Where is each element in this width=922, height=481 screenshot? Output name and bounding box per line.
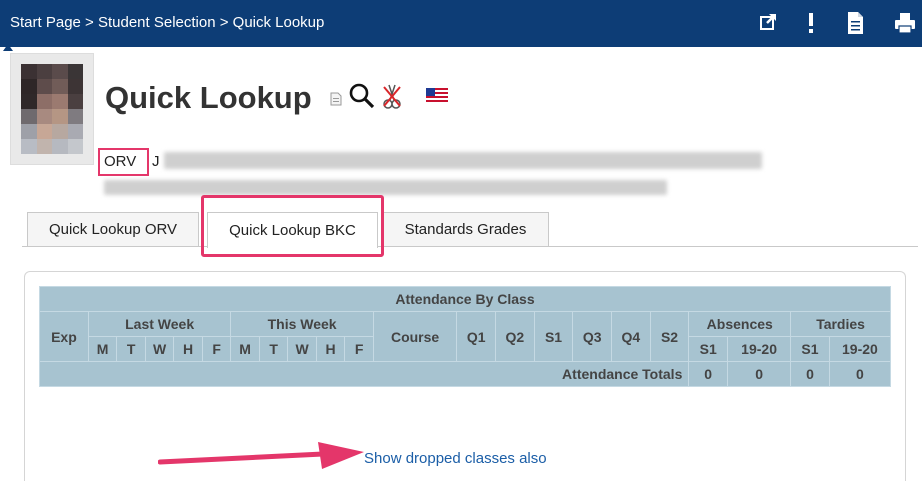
attendance-table: Attendance By Class Exp Last Week This W… — [38, 286, 892, 387]
column-header-tardies: Tardies — [790, 311, 891, 337]
total-absences-year: 0 — [727, 361, 792, 387]
column-header-last-week: Last Week — [87, 311, 232, 337]
top-bar: Start Page > Student Selection > Quick L… — [0, 0, 922, 47]
school-code: ORV — [104, 153, 137, 170]
external-link-icon[interactable] — [758, 10, 780, 36]
printer-icon[interactable] — [894, 10, 916, 36]
column-header-exp: Exp — [39, 311, 89, 362]
day-header: T — [116, 336, 146, 362]
column-header-course: Course — [372, 311, 458, 362]
redacted-student-info — [164, 152, 762, 169]
absences-sub-header: 19-20 — [727, 336, 792, 362]
day-header: T — [258, 336, 289, 362]
column-header-this-week: This Week — [230, 311, 374, 337]
tab-quick-lookup-orv[interactable]: Quick Lookup ORV — [27, 212, 199, 246]
column-header-s1: S1 — [533, 311, 574, 362]
tab-bar-line — [22, 246, 918, 247]
table-title: Attendance By Class — [39, 286, 891, 312]
tab-standards-grades[interactable]: Standards Grades — [382, 212, 549, 246]
page-title: Quick Lookup — [105, 80, 312, 115]
day-header: M — [230, 336, 260, 362]
show-dropped-classes-link[interactable]: Show dropped classes also — [364, 450, 547, 467]
total-absences-s1: 0 — [688, 361, 729, 387]
student-photo — [10, 53, 94, 165]
day-header: W — [144, 336, 175, 362]
day-header: M — [87, 336, 118, 362]
search-icon[interactable] — [348, 82, 376, 110]
collapse-arrow-icon[interactable] — [3, 44, 13, 51]
day-header: W — [287, 336, 317, 362]
day-header: H — [315, 336, 346, 362]
breadcrumb[interactable]: Start Page > Student Selection > Quick L… — [10, 14, 324, 31]
tardies-sub-header: S1 — [790, 336, 830, 362]
attendance-totals-label: Attendance Totals — [38, 361, 690, 387]
annotation-arrow — [158, 442, 364, 469]
redacted-student-info — [104, 180, 667, 195]
us-flag-icon[interactable] — [426, 88, 448, 102]
day-header: F — [201, 336, 232, 362]
day-header: H — [173, 336, 203, 362]
column-header-q4: Q4 — [611, 311, 651, 362]
student-name-initial: J — [152, 153, 160, 170]
column-header-q3: Q3 — [572, 311, 613, 362]
absences-sub-header: S1 — [688, 336, 729, 362]
alert-icon[interactable] — [800, 10, 822, 36]
column-header-q2: Q2 — [495, 311, 535, 362]
day-header: F — [344, 336, 374, 362]
document-icon[interactable] — [330, 92, 342, 106]
total-tardies-s1: 0 — [790, 361, 830, 387]
total-tardies-year: 0 — [828, 361, 892, 387]
no-notes-icon[interactable] — [382, 82, 402, 110]
column-header-absences: Absences — [688, 311, 792, 337]
document-icon[interactable] — [844, 10, 866, 36]
tardies-sub-header: 19-20 — [828, 336, 892, 362]
column-header-q1: Q1 — [456, 311, 496, 362]
column-header-s2: S2 — [649, 311, 690, 362]
highlight-box — [201, 195, 384, 257]
